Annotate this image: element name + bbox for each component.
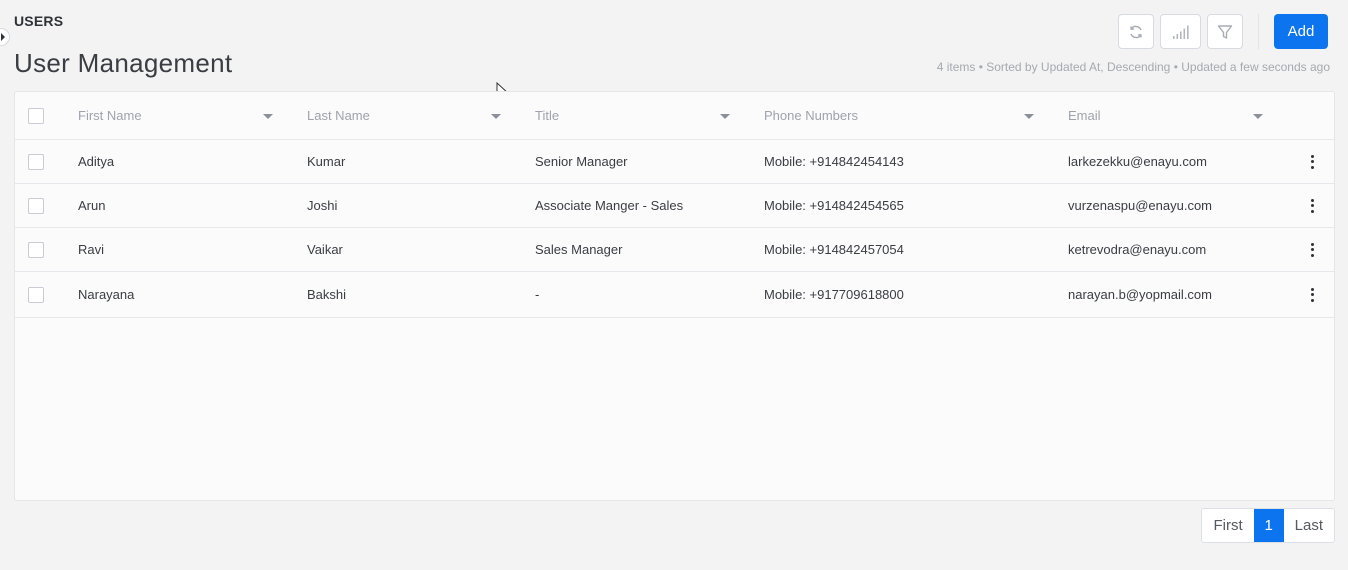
pagination-page-1[interactable]: 1 [1253,509,1284,542]
filter-button[interactable] [1207,14,1243,49]
toolbar: Add [1112,14,1328,49]
cell-title: - [535,287,540,302]
pagination: First 1 Last [1201,508,1335,543]
cell-first-name: Ravi [78,242,105,257]
cell-phone: Mobile: +914842457054 [764,242,904,257]
row-actions-icon[interactable] [1307,287,1317,302]
cell-email: larkezekku@enayu.com [1068,154,1207,169]
table-row[interactable]: Narayana Bakshi - Mobile: +917709618800 … [15,272,1334,318]
column-header-email[interactable]: Email [1068,92,1101,139]
last-name-sort-icon[interactable] [491,113,501,119]
row-checkbox[interactable] [28,241,44,258]
section-label: USERS [14,13,64,29]
phone-sort-icon[interactable] [1024,113,1034,119]
pagination-last-button[interactable]: Last [1284,509,1334,542]
column-header-title[interactable]: Title [535,92,559,139]
refresh-button[interactable] [1118,14,1154,49]
cell-phone: Mobile: +914842454565 [764,198,904,213]
cell-email: vurzenaspu@enayu.com [1068,198,1212,213]
column-header-first-name[interactable]: First Name [78,92,142,139]
row-checkbox[interactable] [28,197,44,214]
refresh-icon [1130,25,1142,38]
table-row[interactable]: Aditya Kumar Senior Manager Mobile: +914… [15,140,1334,184]
cell-title: Senior Manager [535,154,628,169]
filter-icon [1217,24,1233,39]
list-meta: 4 items • Sorted by Updated At, Descendi… [936,60,1330,74]
row-checkbox[interactable] [28,286,44,303]
chevron-right-icon [1,33,5,41]
page-title: User Management [14,48,233,78]
first-name-sort-icon[interactable] [263,113,273,119]
cell-last-name: Joshi [307,198,338,213]
row-actions-icon[interactable] [1307,242,1317,257]
cell-phone: Mobile: +914842454143 [764,154,904,169]
pagination-first-button[interactable]: First [1202,509,1253,542]
cell-title: Associate Manger - Sales [535,198,684,213]
table-header-row: First Name Last Name Title Phone Numbers… [15,92,1334,140]
column-header-phone[interactable]: Phone Numbers [764,92,858,139]
cell-title: Sales Manager [535,242,623,257]
cell-last-name: Vaikar [307,242,343,257]
add-button[interactable]: Add [1274,14,1328,49]
cell-first-name: Arun [78,198,106,213]
cell-email: narayan.b@yopmail.com [1068,287,1212,302]
table-row[interactable]: Ravi Vaikar Sales Manager Mobile: +91484… [15,228,1334,272]
row-checkbox[interactable] [28,153,44,170]
bar-chart-icon [1172,25,1189,39]
table-row[interactable]: Arun Joshi Associate Manger - Sales Mobi… [15,184,1334,228]
column-header-last-name[interactable]: Last Name [307,92,370,139]
cell-email: ketrevodra@enayu.com [1068,242,1207,257]
users-table: First Name Last Name Title Phone Numbers… [14,91,1335,501]
row-actions-icon[interactable] [1307,154,1317,169]
cell-first-name: Aditya [78,154,115,169]
email-sort-icon[interactable] [1253,113,1263,119]
columns-button[interactable] [1160,14,1201,49]
sidebar-toggle-button[interactable] [0,28,10,46]
cell-last-name: Kumar [307,154,346,169]
cell-last-name: Bakshi [307,287,347,302]
cell-phone: Mobile: +917709618800 [764,287,904,302]
select-all-checkbox[interactable] [28,107,44,124]
row-actions-icon[interactable] [1307,198,1317,213]
cell-first-name: Narayana [78,287,135,302]
toolbar-divider [1258,14,1259,49]
title-sort-icon[interactable] [720,113,730,119]
